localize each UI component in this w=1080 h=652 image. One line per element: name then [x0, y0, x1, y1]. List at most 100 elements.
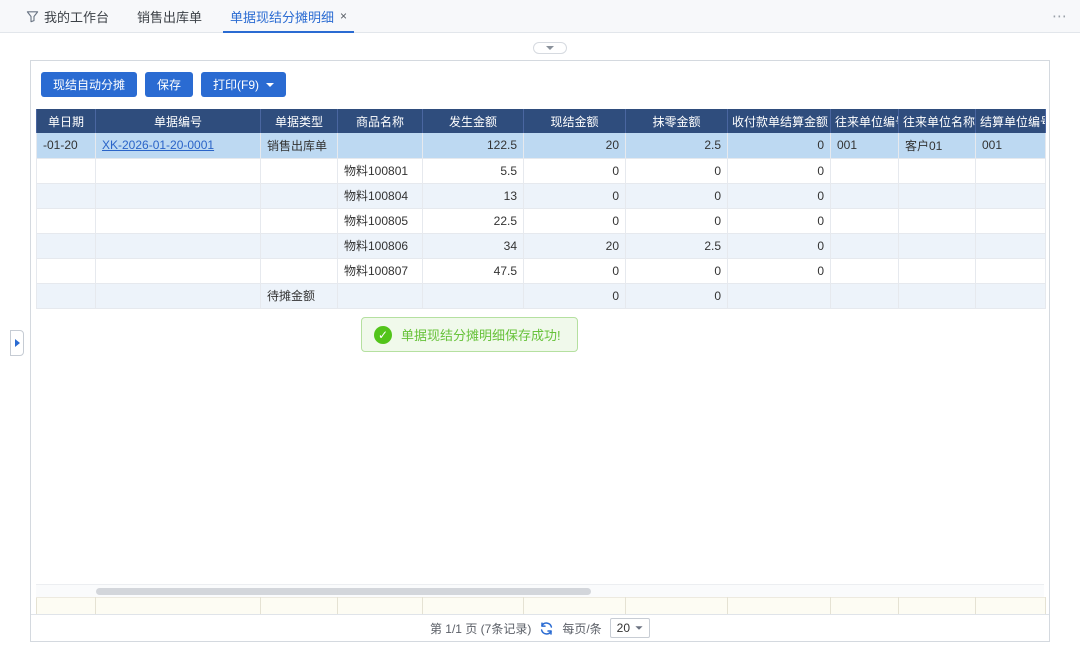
table-cell — [37, 183, 96, 208]
table-cell — [899, 233, 976, 258]
table-row[interactable]: 物料1008015.5000 — [37, 158, 1046, 183]
page-info: 第 1/1 页 (7条记录) — [430, 620, 531, 637]
column-header[interactable]: 往来单位编号 — [831, 109, 899, 133]
scrollbar-thumb[interactable] — [96, 588, 591, 595]
table-cell: 客户01 — [899, 133, 976, 158]
table-cell — [831, 233, 899, 258]
summary-cell — [261, 597, 338, 614]
per-page-label: 每页/条 — [562, 620, 601, 637]
toast-message: 单据现结分摊明细保存成功! — [401, 325, 561, 344]
table-cell — [261, 258, 338, 283]
table-cell — [976, 208, 1046, 233]
collapse-toggle[interactable] — [533, 42, 567, 54]
column-header[interactable]: 收付款单结算金额 — [728, 109, 831, 133]
more-options-icon[interactable]: ⋯ — [1052, 7, 1068, 25]
table-cell — [831, 283, 899, 308]
table-cell: 13 — [423, 183, 524, 208]
table-cell — [261, 208, 338, 233]
table-cell: 物料100806 — [338, 233, 423, 258]
table-cell — [96, 158, 261, 183]
table-row[interactable]: -01-20XK-2026-01-20-0001销售出库单122.5202.50… — [37, 133, 1046, 158]
table-cell — [976, 283, 1046, 308]
table-cell — [96, 208, 261, 233]
table-cell: 物料100805 — [338, 208, 423, 233]
table-cell: 0 — [728, 233, 831, 258]
tab-cash-allocation-detail[interactable]: 单据现结分摊明细 × — [216, 0, 361, 32]
table-cell — [899, 283, 976, 308]
toolbar: 现结自动分摊 保存 打印(F9) — [31, 61, 1049, 109]
pagination-bar: 第 1/1 页 (7条记录) 每页/条 20 — [31, 614, 1049, 641]
table-cell: 物料100804 — [338, 183, 423, 208]
table-cell — [976, 158, 1046, 183]
success-check-icon: ✓ — [374, 326, 392, 344]
document-number-link[interactable]: XK-2026-01-20-0001 — [102, 138, 214, 152]
table-row[interactable]: 物料10080522.5000 — [37, 208, 1046, 233]
table-cell: 0 — [728, 133, 831, 158]
column-header[interactable]: 抹零金额 — [626, 109, 728, 133]
print-button-label: 打印(F9) — [213, 76, 259, 93]
summary-cell — [96, 597, 261, 614]
column-header[interactable]: 往来单位名称 — [899, 109, 976, 133]
chevron-down-icon — [635, 626, 642, 630]
table-cell: 5.5 — [423, 158, 524, 183]
table-cell: 20 — [524, 233, 626, 258]
summary-cell — [524, 597, 626, 614]
tab-workbench[interactable]: 我的工作台 — [12, 0, 123, 32]
refresh-icon[interactable] — [539, 621, 554, 636]
table-cell — [37, 233, 96, 258]
table-row[interactable]: 物料10080413000 — [37, 183, 1046, 208]
summary-cell — [899, 597, 976, 614]
table-cell — [338, 133, 423, 158]
workbench-filter-icon — [26, 10, 39, 23]
table-cell: 0 — [524, 158, 626, 183]
table-cell: 待摊金额 — [261, 283, 338, 308]
tab-close-icon[interactable]: × — [340, 10, 347, 22]
column-header[interactable]: 现结金额 — [524, 109, 626, 133]
table-cell: 20 — [524, 133, 626, 158]
table-cell — [37, 283, 96, 308]
table-cell — [831, 208, 899, 233]
per-page-select[interactable]: 20 — [610, 618, 650, 638]
table-row[interactable]: 待摊金额 00 — [37, 283, 1046, 308]
table-row[interactable]: 物料10080634202.50 — [37, 233, 1046, 258]
table-cell — [728, 283, 831, 308]
table-cell: 0 — [524, 258, 626, 283]
table-cell: 0 — [728, 158, 831, 183]
table-cell: 2.5 — [626, 133, 728, 158]
grid-area: 单日期单据编号单据类型商品名称发生金额现结金额抹零金额收付款单结算金额往来单位编… — [31, 109, 1049, 584]
tab-label: 单据现结分摊明细 — [230, 7, 334, 26]
table-cell — [976, 183, 1046, 208]
success-toast: ✓ 单据现结分摊明细保存成功! — [361, 317, 578, 352]
table-row[interactable]: 物料10080747.5000 — [37, 258, 1046, 283]
table-cell — [261, 233, 338, 258]
save-button[interactable]: 保存 — [145, 72, 193, 97]
table-body: -01-20XK-2026-01-20-0001销售出库单122.5202.50… — [37, 133, 1046, 308]
print-button[interactable]: 打印(F9) — [201, 72, 286, 97]
table-cell: 0 — [524, 208, 626, 233]
table-cell — [976, 233, 1046, 258]
column-header[interactable]: 单据编号 — [96, 109, 261, 133]
column-header[interactable]: 单据类型 — [261, 109, 338, 133]
auto-allocate-button[interactable]: 现结自动分摊 — [41, 72, 137, 97]
table-cell: 0 — [626, 283, 728, 308]
table-cell: 物料100807 — [338, 258, 423, 283]
column-header[interactable]: 发生金额 — [423, 109, 524, 133]
tab-sales-outbound[interactable]: 销售出库单 — [123, 0, 216, 32]
column-header[interactable]: 单日期 — [37, 109, 96, 133]
chevron-down-icon — [546, 46, 554, 50]
tab-label: 销售出库单 — [137, 7, 202, 26]
table-cell: 销售出库单 — [261, 133, 338, 158]
table-cell: 0 — [524, 283, 626, 308]
summary-cell — [338, 597, 423, 614]
left-panel-toggle[interactable] — [10, 330, 24, 356]
table-cell: 0 — [728, 183, 831, 208]
column-header[interactable]: 结算单位编号 — [976, 109, 1046, 133]
table-cell — [976, 258, 1046, 283]
chevron-right-icon — [15, 339, 20, 347]
column-header[interactable]: 商品名称 — [338, 109, 423, 133]
table-cell — [423, 283, 524, 308]
horizontal-scrollbar[interactable] — [36, 584, 1044, 597]
table-cell: 0 — [626, 183, 728, 208]
table-cell — [37, 208, 96, 233]
table-cell — [899, 258, 976, 283]
